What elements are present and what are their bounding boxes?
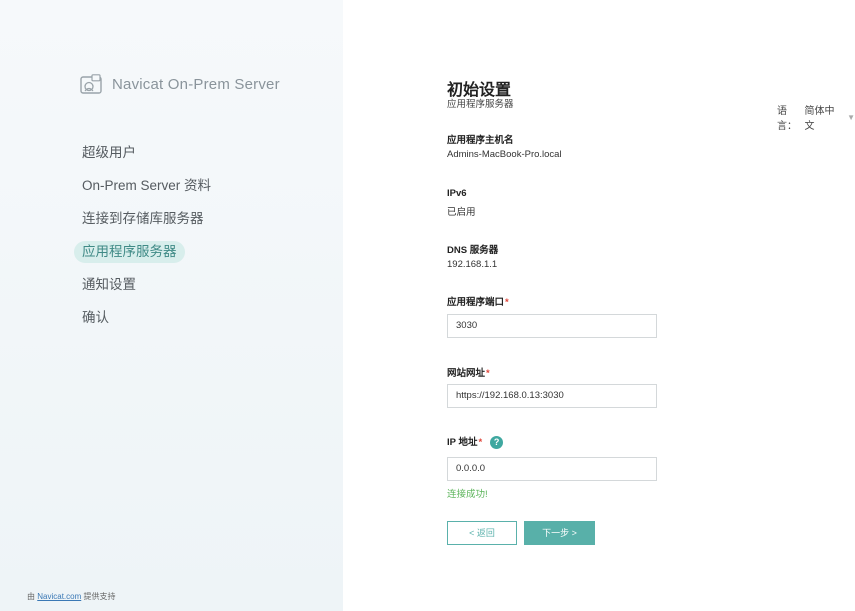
chevron-down-icon: ▼ bbox=[847, 112, 855, 122]
ipv6-label: IPv6 bbox=[447, 188, 467, 199]
port-label-text: 应用程序端口 bbox=[447, 297, 505, 308]
ip-label-text: IP 地址 bbox=[447, 437, 478, 448]
port-input[interactable]: 3030 bbox=[447, 314, 657, 338]
sidebar-item-onprem-profile[interactable]: On-Prem Server 资料 bbox=[74, 175, 219, 197]
sidebar-item-superuser[interactable]: 超级用户 bbox=[74, 142, 144, 164]
required-mark: * bbox=[486, 368, 490, 379]
dns-value: 192.168.1.1 bbox=[447, 259, 498, 270]
back-button[interactable]: < 返回 bbox=[447, 521, 517, 545]
app-logo-text: Navicat On-Prem Server bbox=[112, 75, 280, 93]
hostname-label: 应用程序主机名 bbox=[447, 135, 514, 146]
required-mark: * bbox=[478, 437, 483, 448]
footer-prefix: 由 bbox=[27, 592, 35, 601]
language-label: 语言： bbox=[777, 106, 797, 132]
url-label-text: 网站网址 bbox=[447, 368, 486, 379]
language-selector[interactable]: 语言： 简体中文 ▼ bbox=[777, 102, 855, 132]
sidebar-item-confirm[interactable]: 确认 bbox=[74, 307, 117, 329]
hostname-value: Admins-MacBook-Pro.local bbox=[447, 149, 562, 160]
sidebar-item-repository-server[interactable]: 连接到存储库服务器 bbox=[74, 208, 212, 230]
required-mark: * bbox=[505, 297, 509, 308]
navicat-link[interactable]: Navicat.com bbox=[37, 592, 81, 601]
dns-label: DNS 服务器 bbox=[447, 245, 499, 256]
app-logo: Navicat On-Prem Server bbox=[80, 74, 280, 94]
language-value: 简体中文 bbox=[804, 106, 835, 132]
page-subtitle: 应用程序服务器 bbox=[447, 99, 514, 110]
url-input[interactable]: https://192.168.0.13:3030 bbox=[447, 384, 657, 408]
help-icon[interactable]: ? bbox=[490, 435, 504, 449]
setup-steps-nav: 超级用户 On-Prem Server 资料 连接到存储库服务器 应用程序服务器… bbox=[74, 142, 219, 340]
connection-status: 连接成功! bbox=[447, 489, 488, 500]
next-button[interactable]: 下一步 > bbox=[524, 521, 595, 545]
powered-by-footer: 由 Navicat.com 提供支持 bbox=[27, 591, 115, 602]
sidebar: Navicat On-Prem Server 超级用户 On-Prem Serv… bbox=[0, 0, 343, 611]
ip-label: IP 地址*? bbox=[447, 434, 504, 449]
ipv6-value: 已启用 bbox=[447, 207, 476, 218]
sidebar-item-notification[interactable]: 通知设置 bbox=[74, 274, 144, 296]
ip-input[interactable]: 0.0.0.0 bbox=[447, 457, 657, 481]
sidebar-item-application-server[interactable]: 应用程序服务器 bbox=[74, 241, 185, 263]
footer-suffix: 提供支持 bbox=[83, 592, 116, 601]
port-label: 应用程序端口* bbox=[447, 294, 509, 308]
url-label: 网站网址* bbox=[447, 365, 490, 379]
navicat-logo-icon bbox=[80, 74, 102, 94]
